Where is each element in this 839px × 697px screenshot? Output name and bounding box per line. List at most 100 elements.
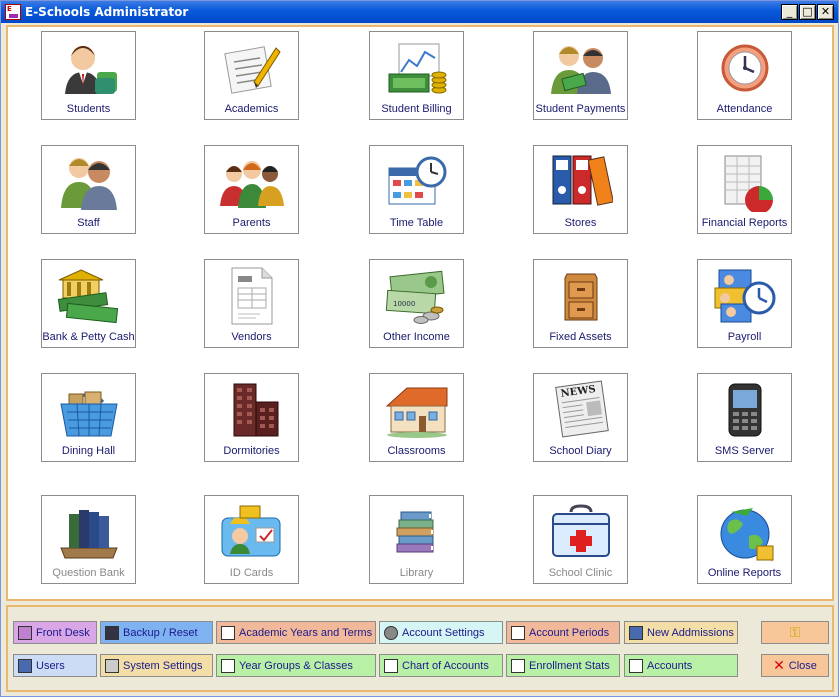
button-label: Front Desk (36, 626, 90, 639)
front-desk-icon (18, 625, 32, 640)
tile-online-reports[interactable]: Online Reports (697, 495, 792, 584)
tile-label: Student Billing (381, 103, 452, 115)
tile-label: Staff (77, 217, 100, 229)
student-payments-icon (550, 46, 611, 94)
tile-question-bank[interactable]: Question Bank (41, 495, 136, 584)
tile-payroll[interactable]: Payroll (697, 259, 792, 348)
tile-label: Academics (224, 103, 279, 115)
button-label: Backup / Reset (123, 626, 198, 639)
tile-label: Fixed Assets (549, 331, 612, 343)
dining-hall-icon (59, 391, 118, 437)
classrooms-icon (385, 387, 447, 438)
add-user-icon (629, 625, 643, 640)
tile-label: ID Cards (229, 567, 274, 579)
chart-of-accounts-button[interactable]: Chart of Accounts (379, 654, 503, 677)
tile-label: Payroll (727, 331, 762, 343)
tile-stores[interactable]: Stores (533, 145, 628, 234)
account-periods-button[interactable]: Account Periods (506, 621, 620, 644)
attendance-icon (721, 44, 768, 92)
tile-dormitories[interactable]: Dormitories (204, 373, 299, 462)
tile-fixed-assets[interactable]: Fixed Assets (533, 259, 628, 348)
new-admissions-button[interactable]: New Addmissions (624, 621, 738, 644)
button-label: Account Periods (529, 626, 610, 639)
tile-label: Student Payments (535, 103, 626, 115)
account-settings-button[interactable]: Account Settings (379, 621, 503, 644)
parents-icon (219, 161, 284, 208)
tile-sms-server[interactable]: SMS Server (697, 373, 792, 462)
window-title: E-Schools Administrator (25, 5, 189, 19)
tile-label: Other Income (383, 331, 450, 343)
button-label: Close (788, 659, 817, 672)
users-button[interactable]: Users (13, 654, 97, 677)
academic-years-button[interactable]: Academic Years and Terms (216, 621, 376, 644)
tile-academics[interactable]: Academics (204, 31, 299, 120)
tile-staff[interactable]: Staff (41, 145, 136, 234)
users-icon (18, 658, 32, 673)
tile-library[interactable]: Library (369, 495, 464, 584)
quick-access-panel: Front Desk Backup / Reset Academic Years… (6, 605, 834, 692)
system-settings-button[interactable]: System Settings (100, 654, 213, 677)
front-desk-button[interactable]: Front Desk (13, 621, 97, 644)
financial-reports-icon (724, 155, 773, 212)
tile-parents[interactable]: Parents (204, 145, 299, 234)
tile-school-clinic[interactable]: School Clinic (533, 495, 628, 584)
tile-label: Dining Hall (61, 445, 116, 457)
tile-school-diary[interactable]: NEWS School Diary (533, 373, 628, 462)
tile-financial-reports[interactable]: Financial Reports (697, 145, 792, 234)
close-button[interactable]: ✕ Close (761, 654, 829, 677)
svg-text:10000: 10000 (393, 300, 415, 308)
tile-label: Library (399, 567, 434, 579)
tile-label: Students (66, 103, 111, 115)
button-label: Accounts (647, 659, 693, 672)
button-label: Academic Years and Terms (239, 626, 373, 639)
tree-chart-icon (384, 658, 398, 673)
tile-time-table[interactable]: Time Table (369, 145, 464, 234)
backup-reset-button[interactable]: Backup / Reset (100, 621, 213, 644)
tile-label: Question Bank (52, 567, 125, 579)
other-income-icon: 10000 (385, 270, 445, 324)
tile-label: Bank & Petty Cash (42, 331, 135, 343)
tile-label: Attendance (716, 103, 773, 115)
school-clinic-icon (551, 504, 610, 557)
button-label: Account Settings (402, 626, 485, 639)
button-label: System Settings (123, 659, 203, 672)
enrollment-stats-button[interactable]: Enrollment Stats (506, 654, 620, 677)
app-logo-icon: E (5, 4, 21, 20)
id-cards-icon (221, 505, 280, 557)
tile-id-cards[interactable]: ID Cards (204, 495, 299, 584)
tile-classrooms[interactable]: Classrooms (369, 373, 464, 462)
online-reports-icon (720, 508, 773, 562)
tile-other-income[interactable]: 10000 Other Income (369, 259, 464, 348)
tile-vendors[interactable]: Vendors (204, 259, 299, 348)
tile-dining-hall[interactable]: Dining Hall (41, 373, 136, 462)
sms-server-icon (728, 383, 761, 437)
maximize-button[interactable]: □ (799, 4, 816, 20)
staff-icon (60, 158, 117, 210)
minimize-button[interactable]: _ (781, 4, 798, 20)
tile-student-billing[interactable]: Student Billing (369, 31, 464, 120)
list-icon (511, 625, 525, 640)
button-label: Enrollment Stats (529, 659, 610, 672)
accounts-button[interactable]: Accounts (624, 654, 738, 677)
dormitories-icon (233, 383, 278, 437)
close-x-icon: ✕ (773, 657, 785, 674)
calendar-icon (221, 625, 235, 640)
payroll-icon (714, 269, 775, 323)
tile-students[interactable]: Students (41, 31, 136, 120)
tile-student-payments[interactable]: Student Payments (533, 31, 628, 120)
tile-attendance[interactable]: Attendance (697, 31, 792, 120)
gear-icon (384, 625, 398, 640)
tile-label: School Diary (549, 445, 612, 457)
library-icon (396, 511, 433, 553)
key-button[interactable]: ⚿ (761, 621, 829, 644)
close-window-button[interactable]: ✕ (817, 4, 834, 20)
stats-icon (511, 658, 525, 673)
time-table-icon (388, 156, 446, 205)
button-label: Users (36, 659, 65, 672)
question-bank-icon (59, 510, 118, 559)
year-groups-button[interactable]: Year Groups & Classes (216, 654, 376, 677)
tile-bank-petty-cash[interactable]: Bank & Petty Cash (41, 259, 136, 348)
button-label: Chart of Accounts (402, 659, 489, 672)
title-bar[interactable]: E E-Schools Administrator _ □ ✕ (1, 1, 838, 23)
stores-icon (552, 155, 613, 206)
